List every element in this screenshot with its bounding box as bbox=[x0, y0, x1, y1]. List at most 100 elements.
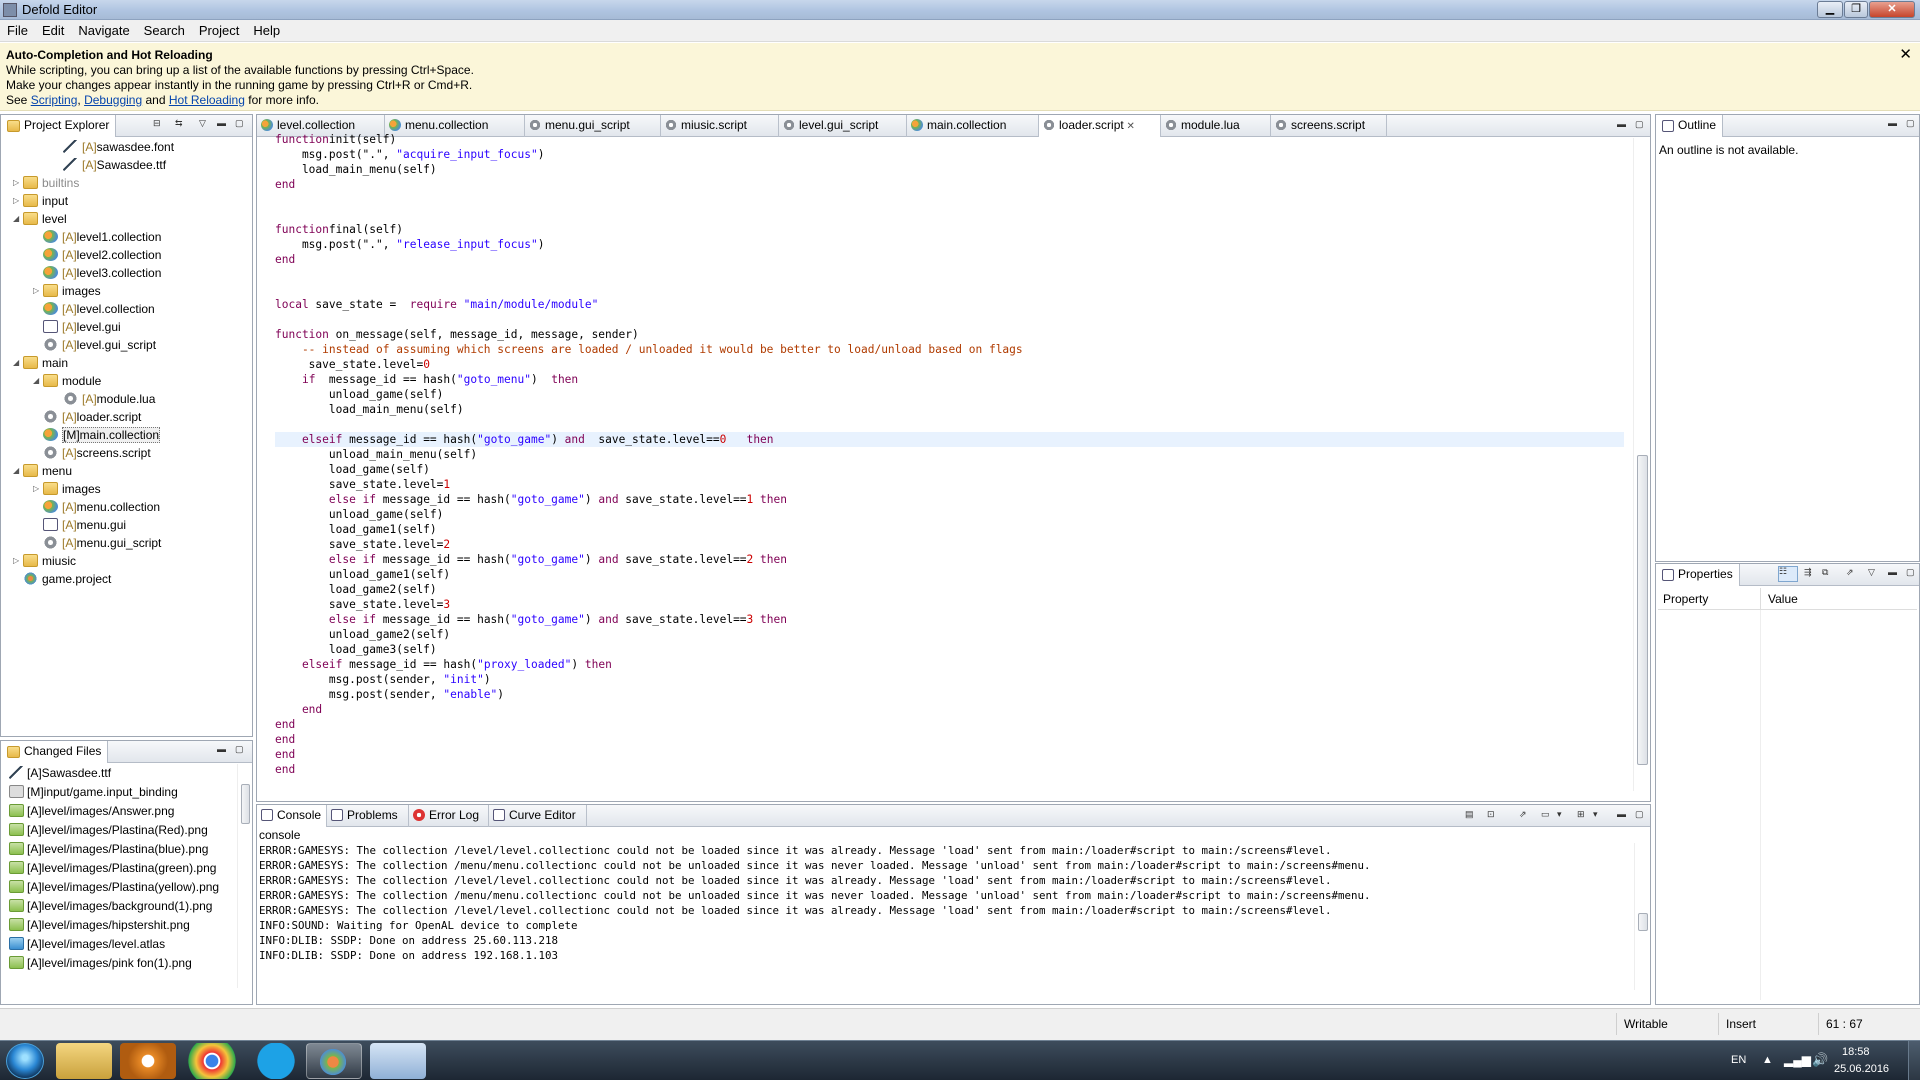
view-menu-icon[interactable]: ▽ bbox=[1868, 568, 1878, 577]
tree-item[interactable]: ▷ builtins bbox=[1, 174, 252, 192]
bottom-tab[interactable]: Curve Editor bbox=[489, 805, 587, 827]
changed-file-item[interactable]: [A]level/images/Plastina(green).png bbox=[1, 859, 234, 878]
tree-item[interactable]: [A]level.gui_script bbox=[1, 336, 252, 354]
tree-item[interactable]: ▷ images bbox=[1, 282, 252, 300]
expand-toggle-icon[interactable]: ▷ bbox=[13, 552, 23, 570]
project-explorer-tab[interactable]: Project Explorer bbox=[1, 115, 117, 137]
tree-item[interactable]: [A]level.gui bbox=[1, 318, 252, 336]
media-player-taskbar-icon[interactable] bbox=[120, 1043, 176, 1079]
tree-item[interactable]: [A]loader.script bbox=[1, 408, 252, 426]
tree-item[interactable]: ◢ menu bbox=[1, 462, 252, 480]
maximize-view-icon[interactable]: ▢ bbox=[1635, 810, 1645, 819]
pin-icon[interactable]: ⇗ bbox=[1846, 568, 1856, 577]
changed-files-scrollbar[interactable] bbox=[237, 764, 252, 988]
minimize-view-icon[interactable]: ▬ bbox=[1888, 568, 1898, 577]
changed-file-item[interactable]: [A]level/images/pink fon(1).png bbox=[1, 954, 234, 973]
tree-item[interactable]: [A]module.lua bbox=[1, 390, 252, 408]
dropdown-icon[interactable]: ▾ bbox=[1557, 810, 1567, 819]
bottom-tab[interactable]: Problems bbox=[327, 805, 409, 827]
editor-vertical-scrollbar[interactable] bbox=[1633, 138, 1650, 791]
tree-item[interactable]: [A]menu.gui bbox=[1, 516, 252, 534]
menu-file[interactable]: File bbox=[0, 20, 35, 38]
scroll-lock-icon[interactable]: ⊡ bbox=[1487, 810, 1497, 819]
tree-item[interactable]: [A]menu.collection bbox=[1, 498, 252, 516]
menu-search[interactable]: Search bbox=[137, 20, 192, 38]
tree-item[interactable]: [A]menu.gui_script bbox=[1, 534, 252, 552]
tree-item[interactable]: ▷ images bbox=[1, 480, 252, 498]
window-taskbar-icon[interactable] bbox=[370, 1043, 426, 1079]
minimize-view-icon[interactable]: ▬ bbox=[1617, 120, 1627, 129]
menu-help[interactable]: Help bbox=[246, 20, 287, 38]
close-window-button[interactable]: ✕ bbox=[1869, 1, 1915, 18]
tree-item[interactable]: ◢ level bbox=[1, 210, 252, 228]
properties-tab[interactable]: Properties bbox=[1656, 564, 1740, 586]
menu-edit[interactable]: Edit bbox=[35, 20, 71, 38]
clear-console-icon[interactable]: ▤ bbox=[1465, 810, 1475, 819]
defold-taskbar-icon[interactable] bbox=[306, 1043, 362, 1079]
tree-item[interactable]: [M]main.collection bbox=[1, 426, 252, 444]
close-tab-icon[interactable]: ✕ bbox=[1124, 121, 1134, 132]
tree-item[interactable]: [A]level1.collection bbox=[1, 228, 252, 246]
display-console-icon[interactable]: ▭ bbox=[1541, 810, 1551, 819]
filter-icon[interactable]: ⇶ bbox=[1804, 568, 1814, 577]
language-indicator[interactable]: EN bbox=[1731, 1054, 1746, 1066]
dropdown-icon[interactable]: ▾ bbox=[1593, 810, 1603, 819]
changed-file-item[interactable]: [A]level/images/Plastina(yellow).png bbox=[1, 878, 234, 897]
console-scrollbar[interactable] bbox=[1634, 843, 1650, 990]
scripting-link[interactable]: Scripting bbox=[31, 93, 78, 107]
console-output[interactable]: ERROR:GAMESYS: The collection /level/lev… bbox=[259, 843, 1632, 990]
changed-file-item[interactable]: [A]level/images/Plastina(Red).png bbox=[1, 821, 234, 840]
expand-toggle-icon[interactable]: ▷ bbox=[33, 282, 43, 300]
changed-file-item[interactable]: [A]level/images/level.atlas bbox=[1, 935, 234, 954]
expand-toggle-icon[interactable]: ◢ bbox=[33, 372, 43, 390]
minimize-view-icon[interactable]: ▬ bbox=[217, 119, 227, 128]
tree-item[interactable]: [A]sawasdee.font bbox=[1, 138, 252, 156]
tree-item[interactable]: ◢ module bbox=[1, 372, 252, 390]
code-area[interactable]: functioninit(self) msg.post(".", "acquir… bbox=[275, 132, 1624, 791]
expand-toggle-icon[interactable]: ▷ bbox=[13, 192, 23, 210]
start-button[interactable] bbox=[6, 1043, 44, 1079]
maximize-view-icon[interactable]: ▢ bbox=[1906, 568, 1916, 577]
console-scroll-thumb[interactable] bbox=[1638, 913, 1648, 931]
changed-file-item[interactable]: [A]level/images/hipstershit.png bbox=[1, 916, 234, 935]
tree-item[interactable]: ▷ miusic bbox=[1, 552, 252, 570]
tree-item[interactable]: [A]level3.collection bbox=[1, 264, 252, 282]
maximize-view-icon[interactable]: ▢ bbox=[235, 745, 245, 754]
clock-time[interactable]: 18:58 bbox=[1842, 1046, 1870, 1058]
tree-item[interactable]: [A]screens.script bbox=[1, 444, 252, 462]
show-hidden-icons-icon[interactable]: ▲ bbox=[1762, 1054, 1773, 1066]
view-menu-icon[interactable]: ▽ bbox=[199, 119, 209, 128]
expand-toggle-icon[interactable]: ◢ bbox=[13, 462, 23, 480]
collapse-all-icon[interactable]: ⊟ bbox=[153, 119, 163, 128]
outline-tab[interactable]: Outline bbox=[1656, 115, 1724, 137]
expand-toggle-icon[interactable]: ▷ bbox=[13, 174, 23, 192]
chrome-taskbar-icon[interactable] bbox=[184, 1043, 240, 1079]
link-editor-icon[interactable]: ⇆ bbox=[175, 119, 185, 128]
minimize-view-icon[interactable]: ▬ bbox=[217, 745, 227, 754]
network-icon[interactable]: ▂▄▆ bbox=[1784, 1053, 1811, 1067]
bottom-tab[interactable]: Console bbox=[257, 805, 327, 827]
tree-item[interactable]: [A]level.collection bbox=[1, 300, 252, 318]
changed-file-item[interactable]: [A]level/images/Answer.png bbox=[1, 802, 234, 821]
maximize-view-icon[interactable]: ▢ bbox=[1635, 120, 1645, 129]
scroll-thumb[interactable] bbox=[241, 784, 250, 824]
tree-item[interactable]: game.project bbox=[1, 570, 252, 588]
minimize-button[interactable]: ▁ bbox=[1817, 1, 1843, 18]
hot-reloading-link[interactable]: Hot Reloading bbox=[169, 93, 245, 107]
maximize-view-icon[interactable]: ▢ bbox=[235, 119, 245, 128]
restore-icon[interactable]: ⧉ bbox=[1822, 568, 1832, 577]
editor-scroll-thumb[interactable] bbox=[1637, 455, 1648, 765]
expand-toggle-icon[interactable]: ◢ bbox=[13, 354, 23, 372]
menu-project[interactable]: Project bbox=[192, 20, 246, 38]
menu-navigate[interactable]: Navigate bbox=[71, 20, 136, 38]
close-notification-icon[interactable]: ✕ bbox=[1899, 47, 1912, 62]
minimize-view-icon[interactable]: ▬ bbox=[1617, 810, 1627, 819]
show-desktop-button[interactable] bbox=[1908, 1041, 1920, 1080]
tree-item[interactable]: ▷ input bbox=[1, 192, 252, 210]
maximize-view-icon[interactable]: ▢ bbox=[1906, 119, 1916, 128]
expand-toggle-icon[interactable]: ▷ bbox=[33, 480, 43, 498]
volume-icon[interactable]: 🔊 bbox=[1812, 1052, 1828, 1068]
open-console-icon[interactable]: ⊞ bbox=[1577, 810, 1587, 819]
expand-toggle-icon[interactable]: ◢ bbox=[13, 210, 23, 228]
changed-file-item[interactable]: [A]level/images/Plastina(blue).png bbox=[1, 840, 234, 859]
